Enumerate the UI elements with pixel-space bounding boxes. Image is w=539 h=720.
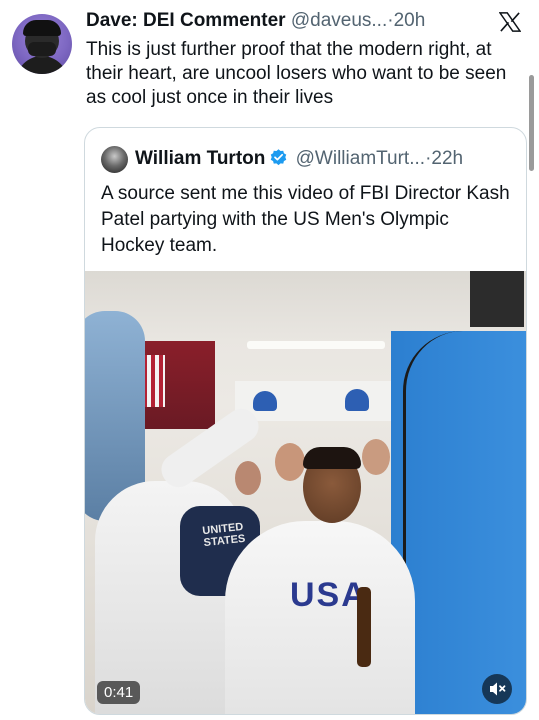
speaker-muted-icon (490, 682, 506, 696)
video-scene-speaker (470, 271, 524, 327)
video-scene-light (247, 341, 385, 349)
tweet-text: This is just further proof that the mode… (86, 39, 507, 108)
tweet-time[interactable]: 20h (394, 10, 426, 31)
tweet-header: Dave: DEI Commenter @daveus...·20h (86, 10, 523, 34)
video-scene-person (225, 521, 415, 714)
quoted-author-name[interactable]: William Turton (135, 148, 265, 169)
video-scene-hair (303, 447, 361, 469)
avatar[interactable] (12, 14, 72, 74)
video-scene-helmet (253, 391, 277, 411)
quoted-tweet-header: William Turton @WilliamTurt...·22h (135, 148, 463, 170)
avatar-mask (28, 42, 56, 56)
video-player[interactable]: UNITED STATES USA 0:41 (85, 271, 526, 714)
video-scene-person (275, 443, 305, 481)
avatar-body (16, 56, 68, 74)
quoted-tweet-text: A source sent me this video of FBI Direc… (101, 183, 510, 256)
author-handle[interactable]: @daveus... (291, 10, 387, 31)
x-logo-icon[interactable] (499, 12, 521, 32)
scrollbar[interactable] (529, 75, 534, 171)
mute-button[interactable] (482, 674, 512, 704)
video-scene-person (235, 461, 261, 495)
quoted-tweet-card[interactable]: William Turton @WilliamTurt...·22h A sou… (84, 127, 527, 715)
video-timestamp: 0:41 (97, 681, 141, 704)
video-scene-helmet (345, 389, 369, 411)
quoted-author-avatar[interactable] (101, 146, 128, 173)
quoted-author-handle[interactable]: @WilliamTurt... (296, 148, 425, 169)
video-scene-person (362, 439, 390, 475)
video-scene-jersey-lettering: UNITED STATES (201, 520, 246, 550)
avatar-cap (23, 20, 61, 36)
video-scene-bottle (357, 587, 371, 667)
quoted-tweet-time[interactable]: 22h (431, 148, 463, 169)
verified-badge-icon (271, 149, 287, 166)
author-name[interactable]: Dave: DEI Commenter (86, 10, 286, 31)
